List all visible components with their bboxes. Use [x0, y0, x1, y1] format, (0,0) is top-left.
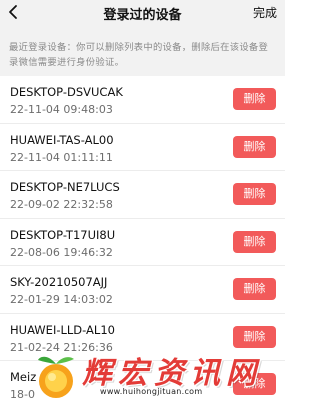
device-name: DESKTOP-NE7LUCS: [10, 180, 120, 194]
delete-button[interactable]: 删除: [233, 183, 276, 205]
device-list-screen: 登录过的设备 完成 最近登录设备：你可以删除列表中的设备，删除后在该设备登录微信…: [0, 0, 285, 404]
device-name: DESKTOP-DSVUCAK: [10, 85, 123, 99]
device-row: DESKTOP-DSVUCAK 22-11-04 09:48:03 删除: [0, 76, 285, 124]
device-name: DESKTOP-T17UI8U: [10, 227, 116, 242]
page-title: 登录过的设备: [103, 8, 182, 23]
device-login-time: 18-0: [10, 388, 35, 401]
delete-button[interactable]: 删除: [233, 230, 276, 253]
device-name: SKY-20210507AJJ: [10, 275, 108, 289]
device-row: HUAWEI-TAS-AL00 22-11-04 01:11:11 删除: [0, 123, 285, 171]
device-login-time: 22-09-02 22:32:58: [10, 198, 113, 211]
watermark-url: www.huihongjituan.com: [100, 387, 203, 396]
device-login-time: 22-01-29 14:03:02: [10, 293, 113, 306]
delete-button[interactable]: 删除: [233, 325, 276, 348]
watermark-title: 辉宏资讯网: [82, 356, 262, 391]
orange-logo-icon: [38, 356, 74, 398]
device-row: SKY-20210507AJJ 22-01-29 14:03:02 删除: [0, 266, 285, 314]
device-login-time: 22-11-04 09:48:03: [10, 103, 113, 116]
device-name: Meiz: [10, 370, 37, 384]
device-row: DESKTOP-T17UI8U 22-08-06 19:46:32 删除: [0, 218, 285, 266]
device-login-time: 22-11-04 01:11:11: [10, 150, 113, 164]
delete-button[interactable]: 删除: [233, 135, 276, 158]
device-login-time: 22-08-06 19:46:32: [10, 245, 113, 259]
watermark: 辉宏资讯网 www.huihongjituan.com: [34, 346, 284, 404]
device-name: HUAWEI-LLD-AL10: [10, 322, 115, 337]
done-button[interactable]: 完成: [253, 4, 277, 21]
notice-text: 最近登录设备：你可以删除列表中的设备，删除后在该设备登录微信需要进行身份验证。: [0, 28, 285, 76]
delete-button[interactable]: 删除: [233, 88, 276, 110]
nav-bar: 登录过的设备 完成: [0, 0, 285, 28]
device-row: DESKTOP-NE7LUCS 22-09-02 22:32:58 删除: [0, 171, 285, 219]
device-name: HUAWEI-TAS-AL00: [10, 132, 114, 147]
delete-button[interactable]: 删除: [233, 278, 276, 300]
